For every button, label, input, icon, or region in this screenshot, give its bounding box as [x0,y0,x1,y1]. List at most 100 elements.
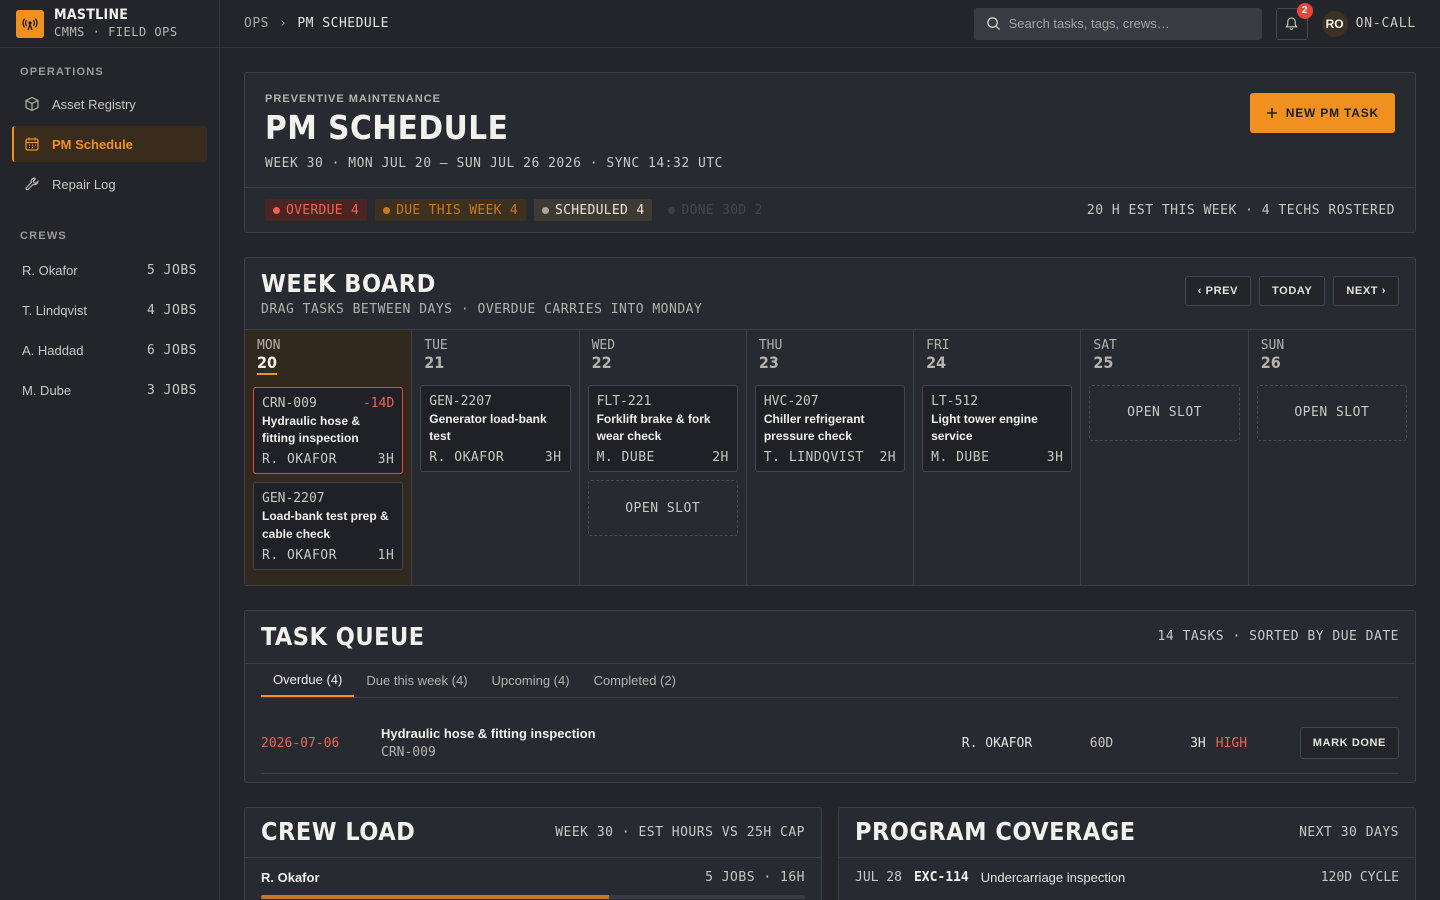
notifications-button[interactable]: 2 [1275,2,1313,40]
nav-asset-registry[interactable]: Asset Registry [12,86,207,122]
filter-chip-done[interactable]: DONE 30D 2 [660,199,770,221]
task-tech: M. DUBE [931,450,990,466]
calendar-icon [25,137,39,151]
week-board-title: WEEK BOARD [261,269,436,298]
today-button[interactable]: TODAY [1259,276,1326,306]
antenna-icon [16,9,44,38]
next-week-button[interactable]: NEXT › [1333,276,1399,306]
mark-done-button[interactable]: MARK DONE [1299,727,1399,759]
schedule-header-panel: PREVENTIVE MAINTENANCE PM SCHEDULE WEEK … [244,72,1416,233]
day-column-mon[interactable]: MON 20 CRN-009 -14D Hydraulic hose & fitting… [245,329,413,585]
avatar: RO [1321,10,1348,37]
day-tasks: HVC-207 Chiller refrigerant pressure chec… [754,384,906,473]
task-card[interactable]: FLT-221 Forklift brake & fork wear check M… [587,384,738,473]
task-queue-title: TASK QUEUE [261,621,425,651]
tab-due-this-week[interactable]: Due this week (4) [354,664,479,697]
task-title: Forklift brake & fork wear check [596,411,711,443]
breadcrumb: OPS › PM SCHEDULE [244,16,389,31]
day-number: 21 [424,352,445,372]
open-slot[interactable]: OPEN SLOT [587,480,738,537]
nav-label: Repair Log [52,176,116,192]
task-tech: R. OKAFOR [429,450,505,466]
task-title: Chiller refrigerant pressure check [763,411,865,443]
day-number: 26 [1260,352,1281,372]
crew-name: M. Dube [22,382,72,398]
task-queue-panel: TASK QUEUE 14 TASKS · SORTED BY DUE DATE… [244,609,1416,783]
user-menu[interactable]: RO ON-CALL [1321,10,1416,37]
load-bar [261,894,805,899]
crew-jobs: 4 JOBS [147,302,197,318]
page-title: PM SCHEDULE [265,108,509,147]
crew-name: T. Lindqvist [22,302,88,318]
open-slot[interactable]: OPEN SLOT [1256,384,1407,441]
filter-chip-due[interactable]: DUE THIS WEEK 4 [375,199,527,221]
day-column-sun[interactable]: SUN 26 OPEN SLOT [1249,330,1415,585]
day-column-wed[interactable]: WED 22 FLT-221 Forklift brake & fork wear c… [580,329,747,585]
task-id: FLT-221 [596,393,652,409]
search-input[interactable] [1008,16,1249,31]
wrench-icon [25,177,39,191]
task-title: Light tower engine service [931,411,1038,443]
day-name: FRI [926,337,950,353]
asset-id: EXC-114 [913,869,969,885]
crew-load-summary: 5 JOBS · 16H [705,869,805,885]
task-card[interactable]: GEN-2207 Load-bank test prep & cable chec… [253,482,404,571]
breadcrumb-ops[interactable]: OPS [244,16,269,31]
day-name: THU [758,337,783,353]
nav-label: Asset Registry [52,96,136,112]
day-column-tue[interactable]: TUE 21 GEN-2207 Generator load-bank test R. … [412,329,580,585]
prev-week-button[interactable]: ‹ PREV [1184,276,1252,306]
eyebrow: PREVENTIVE MAINTENANCE [265,93,442,105]
day-tasks: CRN-009 -14D Hydraulic hose & fitting insp… [253,386,404,571]
nav-repair-log[interactable]: Repair Log [12,166,207,202]
new-pm-task-label: NEW PM TASK [1285,106,1379,120]
task-card[interactable]: LT-512 Light tower engine service M. DUBE 3… [922,384,1073,473]
crew-okafor[interactable]: R. Okafor 5 JOBS [12,250,207,290]
topbar: OPS › PM SCHEDULE 2 RO ON-CALL [220,0,1440,48]
day-number: 23 [758,352,779,372]
priority-badge: HIGH [1215,735,1248,751]
nav-pm-schedule[interactable]: PM Schedule [12,126,207,162]
chevron-right-icon: › [278,16,288,31]
queue-tabs: Overdue (4) Due this week (4) Upcoming (… [261,664,1399,698]
crew-load-panel: CREW LOAD WEEK 30 · EST HOURS VS 25H CAP… [244,806,822,900]
table-row[interactable]: 2026-07-06 Hydraulic hose & fitting insp… [261,698,1399,774]
coverage-row[interactable]: JUL 28 EXC-114 Undercarriage inspection … [839,858,1415,897]
search-icon [986,17,1000,31]
crew-name: A. Haddad [22,342,84,358]
crew-name: R. Okafor [22,262,78,278]
search-box[interactable] [973,7,1262,40]
breadcrumb-current: PM SCHEDULE [297,16,389,31]
week-summary: 20 H EST THIS WEEK · 4 TECHS ROSTERED [1086,202,1395,218]
tab-overdue[interactable]: Overdue (4) [261,664,355,697]
coverage-date: JUL 28 [855,869,902,885]
day-tasks: GEN-2207 Generator load-bank test R. OKAFO… [420,384,571,473]
task-card[interactable]: CRN-009 -14D Hydraulic hose & fitting insp… [253,386,404,475]
status-dot [273,206,280,214]
week-board-panel: WEEK BOARD DRAG TASKS BETWEEN DAYS · OVE… [244,257,1416,586]
crew-load-row: R. Okafor 5 JOBS · 16H [245,858,821,900]
task-tech: T. LINDQVIST [763,450,864,466]
crew-dube[interactable]: M. Dube 3 JOBS [12,370,207,410]
day-column-sat[interactable]: SAT 25 OPEN SLOT [1081,329,1249,585]
filter-chip-overdue[interactable]: OVERDUE 4 [265,199,368,221]
brand: MASTLINE CMMS · FIELD OPS [0,0,219,48]
task-card[interactable]: HVC-207 Chiller refrigerant pressure chec… [754,384,906,473]
cube-icon [25,96,39,112]
crew-lindqvist[interactable]: T. Lindqvist 4 JOBS [12,290,207,330]
day-tasks: LT-512 Light tower engine service M. DUBE 3… [922,384,1073,473]
week-board-subtitle: DRAG TASKS BETWEEN DAYS · OVERDUE CARRIE… [261,301,703,317]
new-pm-task-button[interactable]: NEW PM TASK [1249,93,1395,133]
day-number: 22 [591,352,612,372]
task-card[interactable]: GEN-2207 Generator load-bank test R. OKAFO… [420,384,571,473]
crew-jobs: 3 JOBS [147,382,197,398]
day-column-fri[interactable]: FRI 24 LT-512 Light tower engine service M. … [914,329,1082,585]
chip-label: DUE THIS WEEK 4 [396,202,519,218]
plus-icon [1266,108,1277,118]
filter-chip-scheduled[interactable]: SCHEDULED 4 [534,199,653,221]
crew-haddad[interactable]: A. Haddad 6 JOBS [12,330,207,370]
tab-completed[interactable]: Completed (2) [582,664,688,697]
tab-upcoming[interactable]: Upcoming (4) [480,664,582,697]
day-column-thu[interactable]: THU 23 HVC-207 Chiller refrigerant pressure… [747,329,915,585]
open-slot[interactable]: OPEN SLOT [1089,384,1240,441]
